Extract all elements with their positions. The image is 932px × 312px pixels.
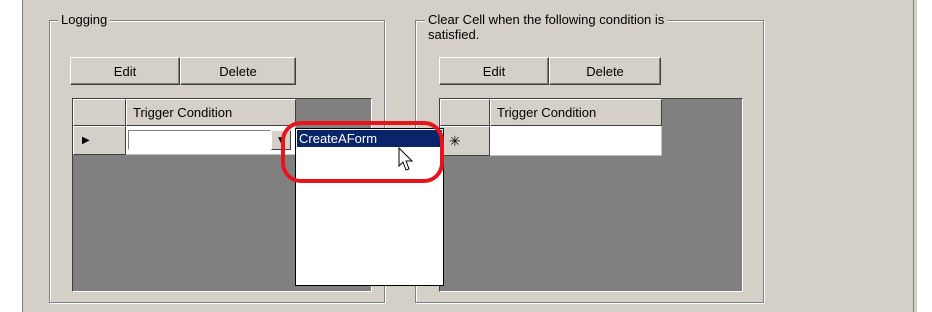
- logging-edit-label: Edit: [113, 63, 137, 79]
- clear-cell-column-header[interactable]: Trigger Condition: [490, 99, 662, 126]
- clear-cell-legend: Clear Cell when the following condition …: [425, 12, 668, 42]
- panel-right-border: [913, 0, 917, 312]
- logging-delete-button[interactable]: Delete: [180, 57, 296, 85]
- dropdown-option-createaform[interactable]: CreateAForm: [297, 130, 442, 147]
- clear-cell-legend-line1: Clear Cell when the following condition …: [428, 12, 665, 27]
- logging-column-header[interactable]: Trigger Condition: [126, 99, 296, 126]
- logging-row-marker[interactable]: ▶: [73, 126, 126, 155]
- clear-cell-grid[interactable]: Trigger Condition ✳: [439, 98, 743, 292]
- trigger-condition-dropdown-list[interactable]: CreateAForm: [295, 128, 444, 286]
- clear-cell-column-header-label: Trigger Condition: [497, 105, 597, 120]
- logging-trigger-cell[interactable]: ▼: [126, 126, 296, 155]
- combobox-dropdown-button[interactable]: ▼: [271, 130, 291, 150]
- clear-cell-edit-button[interactable]: Edit: [439, 57, 549, 85]
- new-row-asterisk-icon: ✳: [449, 132, 461, 149]
- clear-cell-legend-line2: satisfied.: [428, 27, 480, 42]
- trigger-condition-combobox[interactable]: [128, 130, 271, 150]
- clear-cell-grid-corner: [440, 99, 490, 126]
- clear-cell-delete-label: Delete: [586, 63, 624, 79]
- clear-cell-new-row-marker[interactable]: ✳: [440, 126, 490, 156]
- dropdown-arrow-icon: ▼: [276, 134, 286, 146]
- clear-cell-delete-button[interactable]: Delete: [549, 57, 661, 85]
- clear-cell-edit-label: Edit: [482, 63, 506, 79]
- logging-edit-button[interactable]: Edit: [70, 57, 180, 85]
- current-row-arrow-icon: ▶: [82, 135, 90, 146]
- logging-grid-corner: [73, 99, 126, 126]
- clear-cell-trigger-cell[interactable]: [490, 126, 662, 156]
- logging-delete-label: Delete: [219, 63, 257, 79]
- logging-legend: Logging: [58, 12, 111, 27]
- logging-column-header-label: Trigger Condition: [133, 105, 233, 120]
- mouse-pointer-icon: [398, 147, 414, 171]
